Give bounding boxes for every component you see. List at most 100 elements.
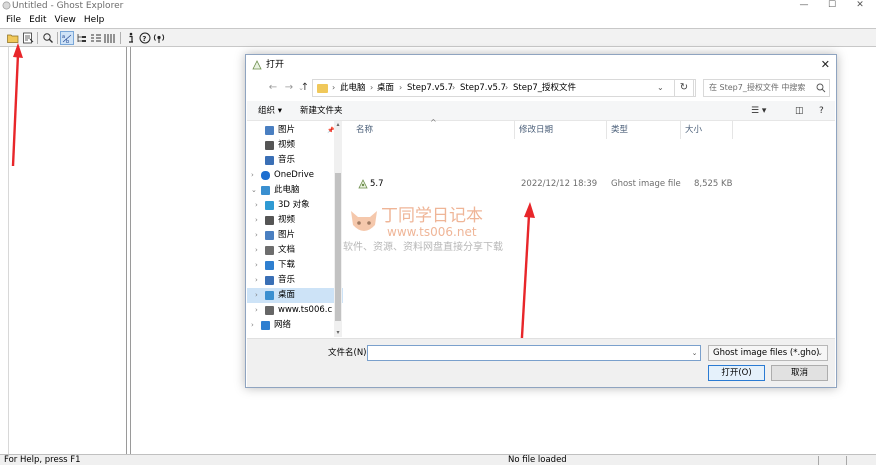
list-view-icon[interactable] [89, 31, 103, 45]
navigation-pane[interactable]: 图片 📌 视频 音乐 › OneDrive ⌄ 此电脑 › 3D 对象 › 视频 › 图片 › 文档 › 下载 › 音… [247, 121, 343, 337]
nav-item[interactable]: › 视频 [247, 213, 343, 228]
info-icon[interactable] [124, 31, 138, 45]
menu-help[interactable]: Help [80, 13, 109, 28]
nav-item-label: 视频 [278, 140, 296, 150]
nav-item-label: www.ts006.c [278, 305, 333, 315]
nav-item[interactable]: › OneDrive [247, 168, 343, 183]
filename-input[interactable] [367, 345, 701, 361]
help-icon[interactable]: ? [138, 31, 152, 45]
organize-button[interactable]: 组织 ▾ [258, 101, 282, 121]
chevron-right-icon[interactable]: › [255, 243, 258, 258]
nav-item-label: 下载 [278, 260, 296, 270]
chevron-right-icon[interactable]: › [255, 288, 258, 303]
cancel-button[interactable]: 取消 [771, 365, 828, 381]
ghost-explorer-window: Untitled - Ghost Explorer — ☐ ✕ File Edi… [0, 0, 876, 465]
column-divider[interactable] [732, 121, 733, 139]
wireless-icon[interactable] [152, 31, 166, 45]
nav-item-label: 音乐 [278, 155, 296, 165]
search-box[interactable]: 在 Step7_授权文件 中搜索 [703, 79, 830, 97]
nav-item[interactable]: › 网络 [247, 318, 343, 333]
nav-item[interactable]: 音乐 [247, 153, 343, 168]
file-list[interactable]: 名称 ^ 修改日期 类型 大小 5.7 2022/12/12 18:39 Gho… [346, 118, 836, 355]
filename-dropdown-icon[interactable]: ⌄ [688, 345, 701, 361]
nav-item[interactable]: › 文档 [247, 243, 343, 258]
up-arrow-icon[interactable]: ↑ [298, 80, 312, 96]
maximize-button[interactable]: ☐ [818, 0, 846, 12]
nav-item[interactable]: 图片 📌 [247, 123, 343, 138]
view-options-icon[interactable]: ☰ ▾ [751, 105, 766, 117]
breadcrumb-step7-a[interactable]: Step7.v5.7 [407, 80, 453, 96]
column-divider[interactable] [680, 121, 681, 139]
back-arrow-icon[interactable]: ← [266, 80, 280, 96]
breadcrumb-separator: › [452, 83, 456, 92]
nav-item-label: 音乐 [278, 275, 296, 285]
breadcrumb-separator: › [399, 83, 403, 92]
search-icon [816, 83, 826, 93]
navigation-scrollbar[interactable]: ▴ ▾ [334, 121, 342, 337]
breadcrumb-step7-b[interactable]: Step7.v5.7 [460, 80, 506, 96]
downloads-icon [265, 261, 274, 270]
menu-file[interactable]: File [0, 13, 25, 28]
toolbar-separator [57, 32, 58, 44]
breadcrumb-desktop[interactable]: 桌面 [377, 80, 394, 96]
nav-item-label: 视频 [278, 215, 296, 225]
chevron-down-icon[interactable]: ⌄ [251, 183, 257, 198]
scrollbar-thumb[interactable] [335, 173, 341, 321]
help-icon[interactable]: ? [819, 105, 824, 117]
dialog-title-bar: 打开 ✕ [246, 55, 836, 75]
nav-item[interactable]: › www.ts006.c [247, 303, 343, 318]
chevron-right-icon[interactable]: › [255, 213, 258, 228]
details-view-icon[interactable] [103, 31, 117, 45]
refresh-icon[interactable]: ↻ [674, 79, 694, 97]
chevron-right-icon[interactable]: › [251, 318, 254, 333]
column-type[interactable]: 类型 [611, 121, 628, 139]
nav-item[interactable]: › 音乐 [247, 273, 343, 288]
menu-view[interactable]: View [51, 13, 80, 28]
address-dropdown-icon[interactable]: ⌄ [657, 80, 664, 96]
nav-item[interactable]: › 3D 对象 [247, 198, 343, 213]
find-icon[interactable] [41, 31, 55, 45]
column-size[interactable]: 大小 [685, 121, 702, 139]
nav-item[interactable]: › 下载 [247, 258, 343, 273]
preview-pane-icon[interactable]: ◫ [795, 105, 804, 117]
chevron-right-icon[interactable]: › [255, 303, 258, 318]
open-button[interactable]: 打开(O) [708, 365, 765, 381]
column-divider[interactable] [514, 121, 515, 139]
tree-view-icon[interactable] [75, 31, 89, 45]
nav-item[interactable]: 视频 [247, 138, 343, 153]
pictures-icon [265, 231, 274, 240]
filetype-select[interactable]: Ghost image files (*.gho) ⌄ [708, 345, 828, 361]
new-folder-button[interactable]: 新建文件夹 [300, 101, 343, 121]
file-row[interactable]: 5.7 2022/12/12 18:39 Ghost image file 8,… [348, 176, 834, 192]
breadcrumb-this-pc[interactable]: 此电脑 [340, 80, 366, 96]
command-bar: 组织 ▾ 新建文件夹 ☰ ▾ ◫ ? [247, 101, 835, 121]
chevron-right-icon[interactable]: › [255, 258, 258, 273]
chevron-right-icon[interactable]: › [251, 168, 254, 183]
documents-icon [265, 246, 274, 255]
scroll-up-icon[interactable]: ▴ [334, 121, 342, 129]
this-pc-icon [261, 186, 270, 195]
nav-item[interactable]: ⌄ 此电脑 [247, 183, 343, 198]
network-icon [261, 321, 270, 330]
column-modified[interactable]: 修改日期 [519, 121, 553, 139]
nav-item[interactable]: › 桌面 [247, 288, 343, 303]
column-name[interactable]: 名称 [356, 121, 373, 139]
window-title: Untitled - Ghost Explorer [12, 1, 124, 11]
close-button[interactable]: ✕ [846, 0, 874, 12]
chevron-right-icon[interactable]: › [255, 228, 258, 243]
status-bar: For Help, press F1 No file loaded [0, 454, 876, 465]
minimize-button[interactable]: — [790, 0, 818, 12]
nav-item-label: 图片 [278, 230, 296, 240]
status-help-text: For Help, press F1 [4, 455, 81, 465]
column-divider[interactable] [606, 121, 607, 139]
breadcrumb-license-folder[interactable]: Step7_授权文件 [513, 80, 576, 96]
address-bar[interactable]: › 此电脑 › 桌面 › Step7.v5.7 › Step7.v5.7 › S… [312, 79, 696, 97]
file-modified: 2022/12/12 18:39 [521, 179, 598, 189]
chevron-right-icon[interactable]: › [255, 198, 258, 213]
nav-item[interactable]: › 图片 [247, 228, 343, 243]
abc-view-icon[interactable]: ab [60, 31, 74, 45]
chevron-right-icon[interactable]: › [255, 273, 258, 288]
menu-edit[interactable]: Edit [25, 13, 50, 28]
scroll-down-icon[interactable]: ▾ [334, 329, 342, 337]
dialog-close-button[interactable]: ✕ [821, 55, 830, 75]
